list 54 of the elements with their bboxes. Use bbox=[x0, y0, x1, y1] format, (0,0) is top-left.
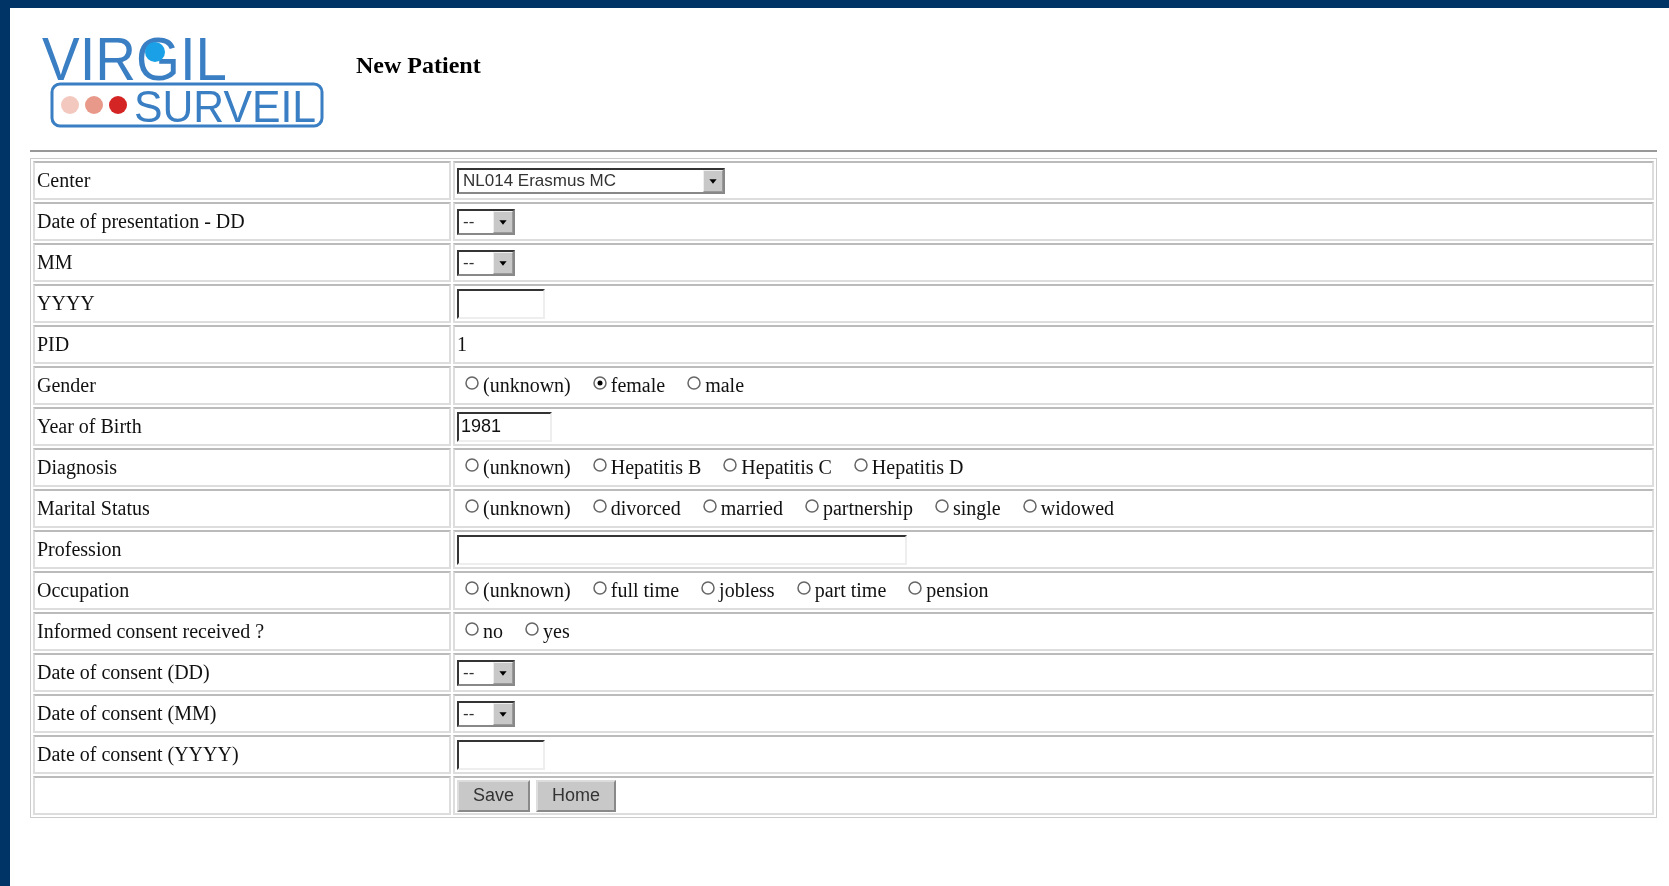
input-field[interactable]: 1981 bbox=[457, 411, 552, 442]
field-label: Informed consent received ? bbox=[37, 620, 265, 642]
radio-option[interactable]: Hepatitis B bbox=[592, 456, 702, 479]
dropdown[interactable]: NL014 Erasmus MC bbox=[457, 167, 725, 194]
radio-option[interactable]: jobless bbox=[701, 579, 775, 602]
radio-option[interactable]: Hepatitis C bbox=[723, 456, 832, 479]
input-field[interactable] bbox=[457, 739, 545, 770]
radio-option[interactable]: partnership bbox=[804, 497, 913, 520]
radio-option[interactable]: (unknown) bbox=[465, 456, 571, 479]
radio-option[interactable]: full time bbox=[592, 579, 680, 602]
radio-option[interactable]: part time bbox=[796, 579, 887, 602]
dropdown[interactable]: -- bbox=[457, 249, 515, 276]
field-label: Gender bbox=[37, 374, 96, 396]
field-label: Date of presentation - DD bbox=[37, 210, 245, 232]
caret-icon bbox=[493, 210, 513, 233]
radio-option[interactable]: divorced bbox=[592, 497, 681, 520]
field-value: 1 bbox=[457, 333, 467, 355]
radio-option[interactable]: (unknown) bbox=[465, 497, 571, 520]
input-field[interactable] bbox=[457, 534, 907, 565]
page-title: New Patient bbox=[356, 52, 481, 79]
field-label: Occupation bbox=[37, 579, 130, 601]
field-label: Diagnosis bbox=[37, 456, 117, 478]
field-label: Date of consent (DD) bbox=[37, 661, 210, 683]
field-label: Center bbox=[37, 169, 91, 191]
radio-option[interactable]: widowed bbox=[1022, 497, 1115, 520]
radio-option[interactable]: no bbox=[465, 620, 503, 643]
dropdown[interactable]: -- bbox=[457, 659, 515, 686]
dropdown[interactable]: -- bbox=[457, 208, 515, 235]
caret-icon bbox=[703, 169, 723, 192]
form-button[interactable]: Home bbox=[536, 779, 617, 812]
radio-option[interactable]: (unknown) bbox=[465, 374, 571, 397]
radio-option[interactable]: (unknown) bbox=[465, 579, 571, 602]
radio-option[interactable]: male bbox=[687, 374, 745, 397]
radio-option[interactable]: yes bbox=[525, 620, 570, 643]
field-label: YYYY bbox=[37, 292, 95, 314]
logo: VIRGIL SURVEIL bbox=[42, 22, 332, 130]
caret-icon bbox=[493, 251, 513, 274]
form-button[interactable]: Save bbox=[457, 779, 531, 812]
field-label: Date of consent (YYYY) bbox=[37, 743, 239, 765]
field-label: PID bbox=[37, 333, 70, 355]
field-label: MM bbox=[37, 251, 73, 273]
caret-icon bbox=[493, 702, 513, 725]
radio-option[interactable]: female bbox=[592, 374, 666, 397]
field-label: Year of Birth bbox=[37, 415, 142, 437]
radio-option[interactable]: single bbox=[934, 497, 1001, 520]
field-label: Date of consent (MM) bbox=[37, 702, 217, 724]
field-label: Profession bbox=[37, 538, 122, 560]
radio-option[interactable]: pension bbox=[908, 579, 989, 602]
dropdown[interactable]: -- bbox=[457, 700, 515, 727]
radio-option[interactable]: Hepatitis D bbox=[853, 456, 964, 479]
input-field[interactable] bbox=[457, 288, 545, 319]
radio-option[interactable]: married bbox=[702, 497, 783, 520]
field-label: Marital Status bbox=[37, 497, 150, 519]
caret-icon bbox=[493, 661, 513, 684]
